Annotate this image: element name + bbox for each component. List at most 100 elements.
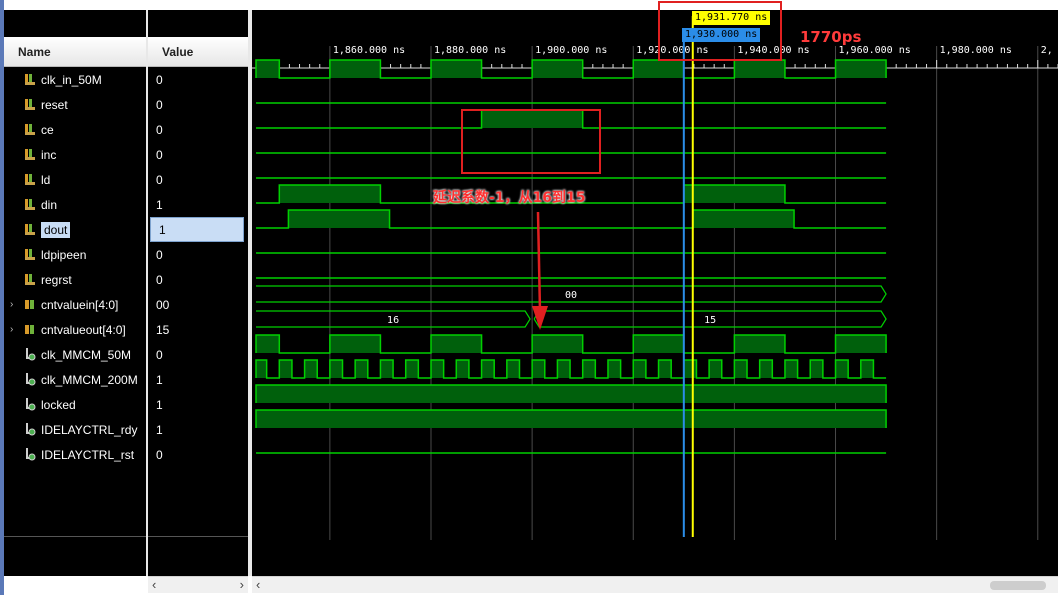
annotation-box-cursors xyxy=(658,1,782,61)
signal-name: inc xyxy=(41,147,57,162)
clk_MMCM_50M-pulse-fill xyxy=(734,335,785,353)
signal-value-row[interactable]: 0 xyxy=(148,142,248,167)
clk_MMCM_200M-pulse-fill xyxy=(860,360,874,378)
clk_in_50M-pulse-fill xyxy=(329,60,381,78)
internal-signal-icon xyxy=(24,448,36,461)
chevron-right-icon[interactable]: › xyxy=(10,299,20,310)
logic-signal-icon xyxy=(24,248,36,261)
signal-name: clk_in_50M xyxy=(41,72,102,87)
internal-signal-icon xyxy=(24,348,36,361)
signal-row-ce[interactable]: ce xyxy=(4,117,146,142)
signal-value-row[interactable]: 0 xyxy=(148,242,248,267)
signal-value-row[interactable]: 1 xyxy=(148,192,248,217)
signal-value-row[interactable]: 0 xyxy=(148,117,248,142)
clk_MMCM_50M-pulse-fill xyxy=(256,335,280,353)
clk_MMCM_200M-pulse-fill xyxy=(658,360,672,378)
bus-signal-icon xyxy=(24,323,36,336)
internal-signal-icon xyxy=(24,373,36,386)
signal-value-row[interactable]: 0 xyxy=(148,92,248,117)
waveform-canvas[interactable]: 1,860.000 ns 1,880.000 ns 1,900.000 ns 1,92… xyxy=(252,10,1058,576)
signal-value-row[interactable]: 1 xyxy=(150,217,244,242)
signal-value: 0 xyxy=(156,172,163,187)
value-column-header[interactable]: Value xyxy=(148,37,248,67)
name-panel: Name clk_in_50Mreset ce inc ld din dout ldpipe… xyxy=(4,10,146,576)
time-tick-label: 1,880.000 ns xyxy=(434,45,506,56)
signal-value: 0 xyxy=(156,72,163,87)
clk_MMCM_200M-pulse-fill xyxy=(582,360,596,378)
signal-row-clk-mmcm-50m[interactable]: clk_MMCM_50M xyxy=(4,342,146,367)
signal-value: 0 xyxy=(156,122,163,137)
signal-value: 00 xyxy=(156,297,170,312)
signal-row-clk-mmcm-200m[interactable]: clk_MMCM_200M xyxy=(4,367,146,392)
signal-value-row[interactable]: 0 xyxy=(148,342,248,367)
chevron-right-icon[interactable]: › xyxy=(10,324,20,335)
clk_MMCM_200M-pulse-fill xyxy=(784,360,798,378)
clk_MMCM_50M-pulse-fill xyxy=(835,335,887,353)
cntvalueout-bus-value: 15 xyxy=(704,315,716,326)
annotation-arrow xyxy=(532,211,548,330)
signal-name: IDELAYCTRL_rdy xyxy=(41,422,138,437)
signal-value-row[interactable]: 0 xyxy=(148,267,248,292)
clk_MMCM_200M-pulse-fill xyxy=(430,360,444,378)
signal-row-reset[interactable]: reset xyxy=(4,92,146,117)
panel-divider xyxy=(148,536,248,537)
signal-row-idelayctrl-rst[interactable]: IDELAYCTRL_rst xyxy=(4,442,146,467)
scrollbar-thumb[interactable] xyxy=(990,581,1046,590)
clk_MMCM_200M-pulse-fill xyxy=(810,360,823,378)
time-tick-label: 1,860.000 ns xyxy=(333,45,405,56)
signal-name: clk_MMCM_50M xyxy=(41,347,132,362)
time-tick-label: 1,980.000 ns xyxy=(940,45,1012,56)
waveform-scrollbar[interactable]: ‹ xyxy=(252,576,1058,593)
scroll-right-icon[interactable]: › xyxy=(240,577,244,593)
din-pulse-fill xyxy=(683,185,785,203)
signal-value-row[interactable]: 1 xyxy=(148,417,248,442)
value-panel: Value 0 0 0 0 0 1 1 0 0 00 15 0 1 1 1 0 xyxy=(148,10,248,576)
clk_in_50M-pulse-fill xyxy=(256,60,280,78)
delay-annotation: 1770ps xyxy=(800,28,862,46)
dout-pulse-fill xyxy=(288,210,390,228)
clk_MMCM_200M-pulse-fill xyxy=(759,360,773,378)
logic-signal-icon xyxy=(24,198,36,211)
signal-row-dout[interactable]: dout xyxy=(4,217,146,242)
signal-row-regrst[interactable]: regrst xyxy=(4,267,146,292)
scroll-left-icon[interactable]: ‹ xyxy=(152,577,156,593)
clk_MMCM_200M-pulse-fill xyxy=(405,360,419,378)
clk_MMCM_200M-pulse-fill xyxy=(607,360,621,378)
signal-value-row[interactable]: 00 xyxy=(148,292,248,317)
din-pulse-fill xyxy=(279,185,381,203)
value-panel-scrollbar[interactable]: ‹ › xyxy=(148,576,248,593)
signal-value-row[interactable]: 0 xyxy=(148,442,248,467)
signal-row-clk-in-50m[interactable]: clk_in_50M xyxy=(4,67,146,92)
signal-row-din[interactable]: din xyxy=(4,192,146,217)
signal-name: ldpipeen xyxy=(41,247,87,262)
signal-row-ldpipeen[interactable]: ldpipeen xyxy=(4,242,146,267)
internal-signal-icon xyxy=(24,398,36,411)
signal-row-cntvaluein-4-0[interactable]: › cntvaluein[4:0] xyxy=(4,292,146,317)
signal-row-idelayctrl-rdy[interactable]: IDELAYCTRL_rdy xyxy=(4,417,146,442)
signal-value-row[interactable]: 1 xyxy=(148,392,248,417)
signal-row-ld[interactable]: ld xyxy=(4,167,146,192)
clk_MMCM_50M-pulse-fill xyxy=(532,335,583,353)
clk_in_50M-pulse-fill xyxy=(734,60,785,78)
signal-value-row[interactable]: 15 xyxy=(148,317,248,342)
signal-value-row[interactable]: 0 xyxy=(148,167,248,192)
signal-value: 1 xyxy=(156,422,163,437)
signal-row-locked[interactable]: locked xyxy=(4,392,146,417)
logic-signal-icon xyxy=(24,123,36,136)
signal-name: cntvaluein[4:0] xyxy=(41,297,119,312)
signal-name: clk_MMCM_200M xyxy=(41,372,138,387)
internal-signal-icon xyxy=(24,423,36,436)
signal-value: 0 xyxy=(156,272,163,287)
signal-row-cntvalueout-4-0[interactable]: › cntvalueout[4:0] xyxy=(4,317,146,342)
clk_MMCM_200M-pulse-fill xyxy=(304,360,318,378)
clk_MMCM_200M-pulse-fill xyxy=(506,360,520,378)
signal-row-inc[interactable]: inc xyxy=(4,142,146,167)
scroll-left-icon[interactable]: ‹ xyxy=(256,577,260,593)
logic-signal-icon xyxy=(24,223,36,236)
waveform-panel[interactable]: 1,860.000 ns 1,880.000 ns 1,900.000 ns 1,92… xyxy=(252,10,1058,576)
signal-value-row[interactable]: 1 xyxy=(148,367,248,392)
signal-value-row[interactable]: 0 xyxy=(148,67,248,92)
name-column-header[interactable]: Name xyxy=(4,37,146,67)
signal-name: dout xyxy=(41,221,71,238)
cntvaluein-bus-value: 00 xyxy=(565,290,577,301)
